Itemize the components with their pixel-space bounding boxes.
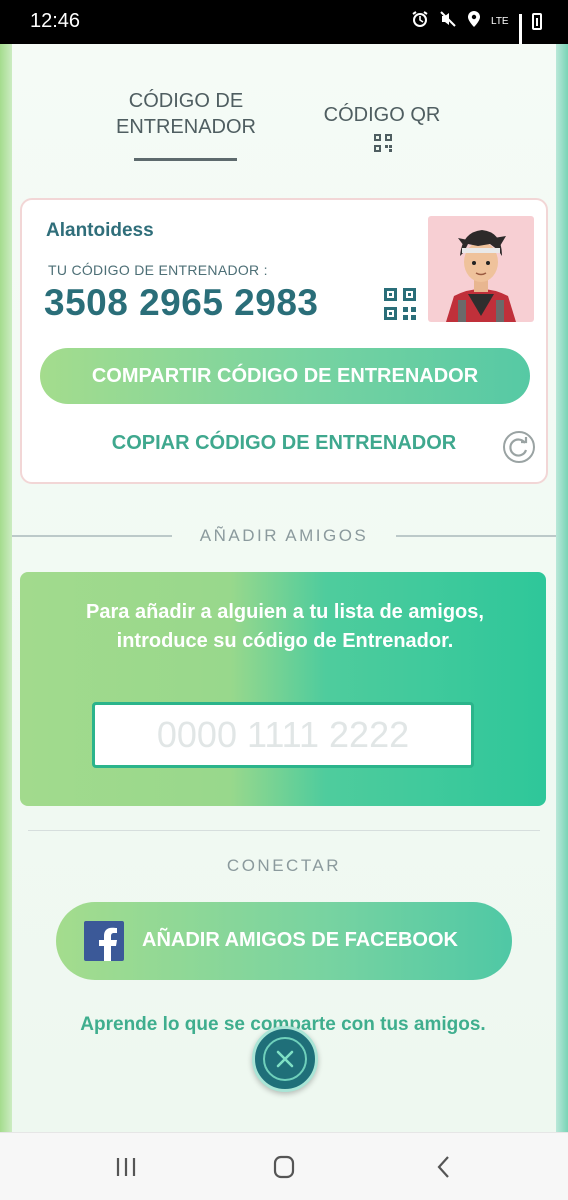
facebook-icon: [84, 921, 124, 961]
trainer-avatar: [428, 216, 534, 322]
battery-icon: [532, 13, 542, 30]
connect-heading: CONECTAR: [226, 856, 342, 875]
add-friend-box: Para añadir a alguien a tu lista de amig…: [20, 572, 546, 806]
tab-trainer-code-label-1: CÓDIGO DE: [128, 90, 244, 112]
status-time: 12:46: [30, 10, 81, 32]
share-trainer-code-button[interactable]: COMPARTIR CÓDIGO DE ENTRENADOR: [40, 348, 530, 404]
add-friend-instructions: Para añadir a alguien a tu lista de amig…: [86, 601, 484, 652]
home-icon[interactable]: [266, 1151, 302, 1183]
qr-code-icon[interactable]: [374, 134, 392, 152]
lte-icon: LTE: [491, 15, 509, 27]
status-icons: LTE: [411, 10, 542, 55]
trainer-username: Alantoidess: [46, 220, 154, 241]
signal-icon: [519, 13, 522, 55]
mute-icon: [439, 10, 457, 33]
tab-qr-code-label: CÓDIGO QR: [323, 104, 441, 126]
system-nav-bar: [0, 1132, 568, 1200]
close-icon: [263, 1037, 307, 1081]
trainer-code-card: Alantoidess TU CÓDIGO DE ENTRENADOR : 35…: [20, 198, 548, 484]
back-icon[interactable]: [426, 1151, 462, 1183]
close-button[interactable]: [252, 1026, 318, 1092]
add-facebook-friends-button[interactable]: AÑADIR AMIGOS DE FACEBOOK: [56, 902, 512, 980]
location-icon: [467, 10, 481, 33]
tab-qr-code[interactable]: CÓDIGO QR: [312, 102, 452, 128]
divider-line: [396, 535, 556, 537]
tab-trainer-code-label-2: ENTRENADOR: [115, 116, 256, 138]
divider-line: [28, 830, 540, 831]
copy-icon[interactable]: [502, 430, 536, 464]
alarm-icon: [411, 10, 429, 33]
copy-trainer-code-button[interactable]: COPIAR CÓDIGO DE ENTRENADOR: [94, 432, 474, 455]
status-bar: 12:46 LTE: [0, 0, 568, 55]
tab-selected-indicator: [134, 158, 237, 161]
friend-code-input[interactable]: [92, 702, 474, 768]
tab-trainer-code[interactable]: CÓDIGO DE ENTRENADOR: [104, 88, 268, 140]
trainer-code-value: 3508 2965 2983: [44, 282, 319, 323]
qr-code-icon[interactable]: [384, 288, 416, 320]
trainer-code-label: TU CÓDIGO DE ENTRENADOR :: [48, 262, 268, 278]
recent-apps-icon[interactable]: [108, 1151, 144, 1183]
facebook-button-label: AÑADIR AMIGOS DE FACEBOOK: [142, 929, 458, 951]
